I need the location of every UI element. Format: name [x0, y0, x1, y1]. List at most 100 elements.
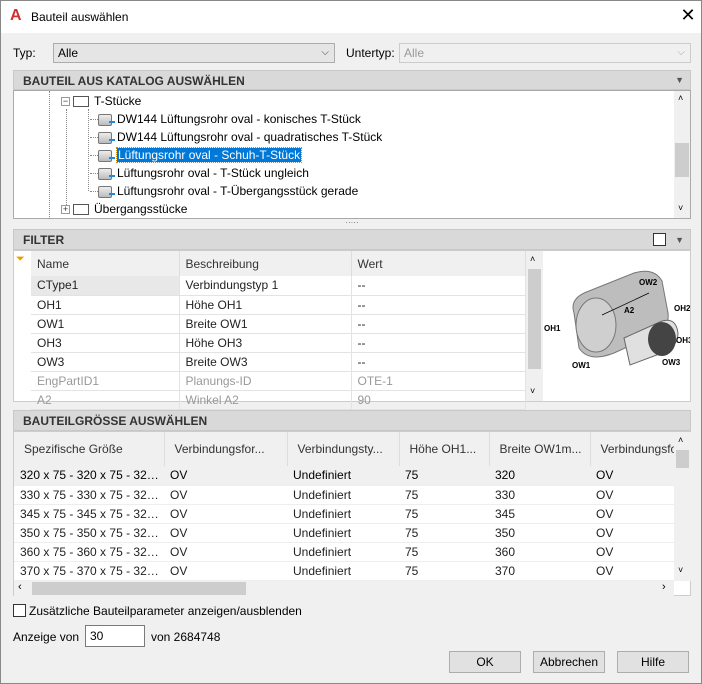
size-cell[interactable]: OV	[590, 561, 674, 581]
filter-cell[interactable]: OW1	[31, 314, 180, 334]
scroll-up-icon[interactable]: ˄	[678, 435, 683, 445]
filter-cell[interactable]: --	[351, 276, 526, 296]
size-cell[interactable]: 75	[399, 542, 489, 562]
filter-row[interactable]: EngPartID1 Planungs-ID OTE-1	[31, 371, 526, 391]
column-header[interactable]: Wert	[351, 251, 526, 276]
filter-row[interactable]: OW1 Breite OW1 --	[31, 314, 526, 334]
size-cell[interactable]: 360	[489, 542, 590, 562]
size-cell[interactable]: 370	[489, 561, 590, 581]
column-header[interactable]: Name	[31, 251, 180, 276]
filter-row[interactable]: A2 Winkel A2 90	[31, 390, 526, 410]
size-cell[interactable]: Undefiniert	[287, 542, 399, 562]
filter-cell[interactable]: Winkel A2	[179, 390, 352, 410]
size-cell[interactable]: 75	[399, 504, 489, 524]
filter-cell[interactable]: 90	[351, 390, 526, 410]
collapse-arrow-icon[interactable]: ▼	[675, 72, 684, 88]
scroll-thumb[interactable]	[528, 269, 541, 369]
extra-params-checkbox[interactable]	[13, 604, 26, 617]
filter-header[interactable]: FILTER ▼	[13, 229, 691, 250]
size-cell[interactable]: OV	[590, 466, 674, 486]
filter-cell[interactable]: Breite OW3	[179, 352, 352, 372]
tree-item[interactable]: Lüftungsrohr oval - T-Übergangsstück ger…	[90, 182, 358, 200]
filter-checkbox[interactable]	[653, 233, 666, 246]
filter-cell[interactable]: OH3	[31, 333, 180, 353]
tree-item[interactable]: Lüftungsrohr oval - Schuh-T-Stück	[90, 146, 303, 164]
size-cell[interactable]: Undefiniert	[287, 466, 399, 486]
tree-item[interactable]: DW144 Lüftungsrohr oval - konisches T-St…	[90, 110, 361, 128]
ok-button[interactable]: OK	[449, 651, 521, 673]
size-cell[interactable]: Undefiniert	[287, 561, 399, 581]
filter-cell[interactable]: Höhe OH1	[179, 295, 352, 315]
size-row[interactable]: 320 x 75 - 320 x 75 - 320 x... OV Undefini…	[14, 466, 674, 486]
size-cell[interactable]: OV	[164, 504, 287, 524]
display-count-input[interactable]	[85, 625, 145, 647]
size-cell[interactable]: OV	[164, 561, 287, 581]
size-row[interactable]: 350 x 75 - 350 x 75 - 320 x... OV Undefini…	[14, 523, 674, 543]
filter-cell[interactable]: OH1	[31, 295, 180, 315]
size-cell[interactable]: 370 x 75 - 370 x 75 - 320 x...	[14, 561, 164, 581]
size-cell[interactable]: OV	[164, 466, 287, 486]
collapse-arrow-icon[interactable]: ▼	[675, 232, 684, 248]
help-button[interactable]: Hilfe	[617, 651, 689, 673]
filter-cell[interactable]: --	[351, 352, 526, 372]
filter-row[interactable]: OH3 Höhe OH3 --	[31, 333, 526, 353]
catalog-header[interactable]: BAUTEIL AUS KATALOG AUSWÄHLEN ▼	[13, 70, 691, 90]
tree-item[interactable]: Lüftungsrohr oval - T-Stück ungleich	[90, 164, 309, 182]
tree-scrollbar[interactable]: ˄ ˅	[674, 91, 690, 218]
size-cell[interactable]: OV	[164, 485, 287, 505]
column-header[interactable]: Verbindungsty...	[287, 432, 400, 466]
size-row[interactable]: 345 x 75 - 345 x 75 - 320 x... OV Undefini…	[14, 504, 674, 524]
column-header[interactable]: Verbindungsfo	[590, 432, 674, 466]
filter-cell[interactable]: Höhe OH3	[179, 333, 352, 353]
size-cell[interactable]: Undefiniert	[287, 504, 399, 524]
scroll-right-icon[interactable]: ›	[662, 581, 666, 593]
size-row[interactable]: 360 x 75 - 360 x 75 - 320 x... OV Undefini…	[14, 542, 674, 562]
filter-row[interactable]: CType1 Verbindungstyp 1 --	[31, 276, 526, 296]
scroll-up-icon[interactable]: ˄	[530, 254, 535, 264]
sizes-hscrollbar[interactable]: ‹ ›	[14, 581, 674, 596]
tree-item[interactable]: DW144 Lüftungsrohr oval - quadratisches …	[90, 128, 382, 146]
size-row[interactable]: 370 x 75 - 370 x 75 - 320 x... OV Undefini…	[14, 561, 674, 581]
column-header[interactable]: Beschreibung	[179, 251, 352, 276]
column-header[interactable]: Spezifische Größe	[14, 432, 165, 466]
column-header[interactable]: Breite OW1m...	[489, 432, 591, 466]
filter-cell[interactable]: OTE-1	[351, 371, 526, 391]
size-cell[interactable]: 360 x 75 - 360 x 75 - 320 x...	[14, 542, 164, 562]
size-cell[interactable]: OV	[590, 523, 674, 543]
size-cell[interactable]: 320	[489, 466, 590, 486]
scroll-thumb[interactable]	[676, 450, 689, 468]
size-cell[interactable]: 345	[489, 504, 590, 524]
expand-icon[interactable]: +	[61, 205, 70, 215]
filter-scrollbar[interactable]: ˄ ˅	[526, 251, 543, 401]
size-cell[interactable]: 75	[399, 523, 489, 543]
size-cell[interactable]: OV	[590, 542, 674, 562]
scroll-thumb[interactable]	[675, 143, 689, 177]
filter-cell[interactable]: Breite OW1	[179, 314, 352, 334]
scroll-down-icon[interactable]: ˅	[678, 565, 683, 575]
size-cell[interactable]: 75	[399, 561, 489, 581]
filter-cell[interactable]: Planungs-ID	[179, 371, 352, 391]
filter-cell[interactable]: OW3	[31, 352, 180, 372]
cancel-button[interactable]: Abbrechen	[533, 651, 605, 673]
size-row[interactable]: 330 x 75 - 330 x 75 - 320 x... OV Undefini…	[14, 485, 674, 505]
size-cell[interactable]: Undefiniert	[287, 485, 399, 505]
size-cell[interactable]: 350	[489, 523, 590, 543]
catalog-tree[interactable]: − T-Stücke DW144 Lüftungsrohr oval - koni…	[13, 90, 691, 219]
size-cell[interactable]: 75	[399, 466, 489, 486]
filter-cell[interactable]: CType1	[31, 276, 180, 296]
sizes-vscrollbar[interactable]: ˄ ˅	[674, 432, 691, 581]
size-cell[interactable]: 330 x 75 - 330 x 75 - 320 x...	[14, 485, 164, 505]
splitter-handle[interactable]: ·····	[13, 219, 691, 228]
untertyp-select[interactable]: Alle ⌵	[399, 43, 691, 63]
filter-row[interactable]: OH1 Höhe OH1 --	[31, 295, 526, 315]
tree-folder-t-stuecke[interactable]: − T-Stücke	[61, 92, 141, 110]
size-cell[interactable]: OV	[590, 504, 674, 524]
size-cell[interactable]: 320 x 75 - 320 x 75 - 320 x...	[14, 466, 164, 486]
filter-icon[interactable]: ⏷	[16, 253, 25, 266]
scroll-down-icon[interactable]: ˅	[530, 386, 535, 396]
size-cell[interactable]: 345 x 75 - 345 x 75 - 320 x...	[14, 504, 164, 524]
filter-cell[interactable]: EngPartID1	[31, 371, 180, 391]
size-cell[interactable]: Undefiniert	[287, 523, 399, 543]
size-cell[interactable]: 330	[489, 485, 590, 505]
filter-cell[interactable]: --	[351, 314, 526, 334]
